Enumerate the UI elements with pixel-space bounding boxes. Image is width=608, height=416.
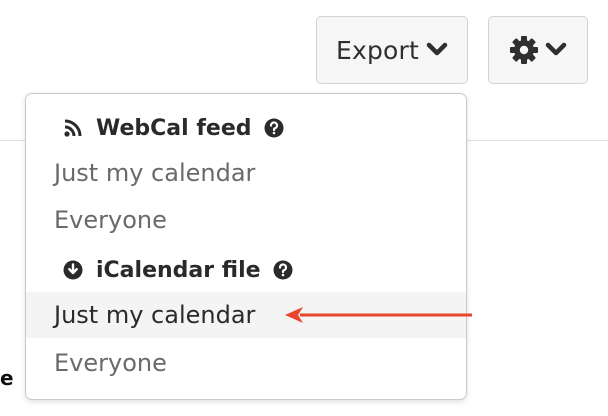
rss-icon [62, 117, 84, 139]
menu-item-label: Everyone [54, 349, 167, 377]
chevron-down-icon [545, 42, 567, 56]
menu-item-label: Just my calendar [54, 301, 256, 329]
webcal-just-my-calendar[interactable]: Just my calendar [26, 150, 466, 196]
icalendar-everyone[interactable]: Everyone [26, 340, 466, 386]
download-circle-icon [62, 259, 84, 281]
question-circle-icon[interactable] [273, 260, 293, 280]
menu-item-label: Just my calendar [54, 159, 256, 187]
export-dropdown-menu: WebCal feed Just my calendar Everyone iC… [25, 93, 467, 400]
chevron-down-icon [426, 42, 448, 56]
webcal-everyone[interactable]: Everyone [26, 197, 466, 243]
webcal-feed-header: WebCal feed [26, 108, 466, 148]
settings-button[interactable] [488, 16, 588, 84]
icalendar-file-title: iCalendar file [96, 257, 261, 283]
webcal-feed-title: WebCal feed [96, 115, 252, 141]
gear-icon [510, 36, 538, 64]
menu-item-label: Everyone [54, 206, 167, 234]
export-label: Export [335, 35, 420, 65]
background-partial-text: e [0, 366, 14, 390]
annotation-arrow-icon [285, 307, 472, 323]
question-circle-icon[interactable] [264, 118, 284, 138]
export-button[interactable]: Export [316, 16, 468, 84]
icalendar-file-header: iCalendar file [26, 250, 466, 290]
